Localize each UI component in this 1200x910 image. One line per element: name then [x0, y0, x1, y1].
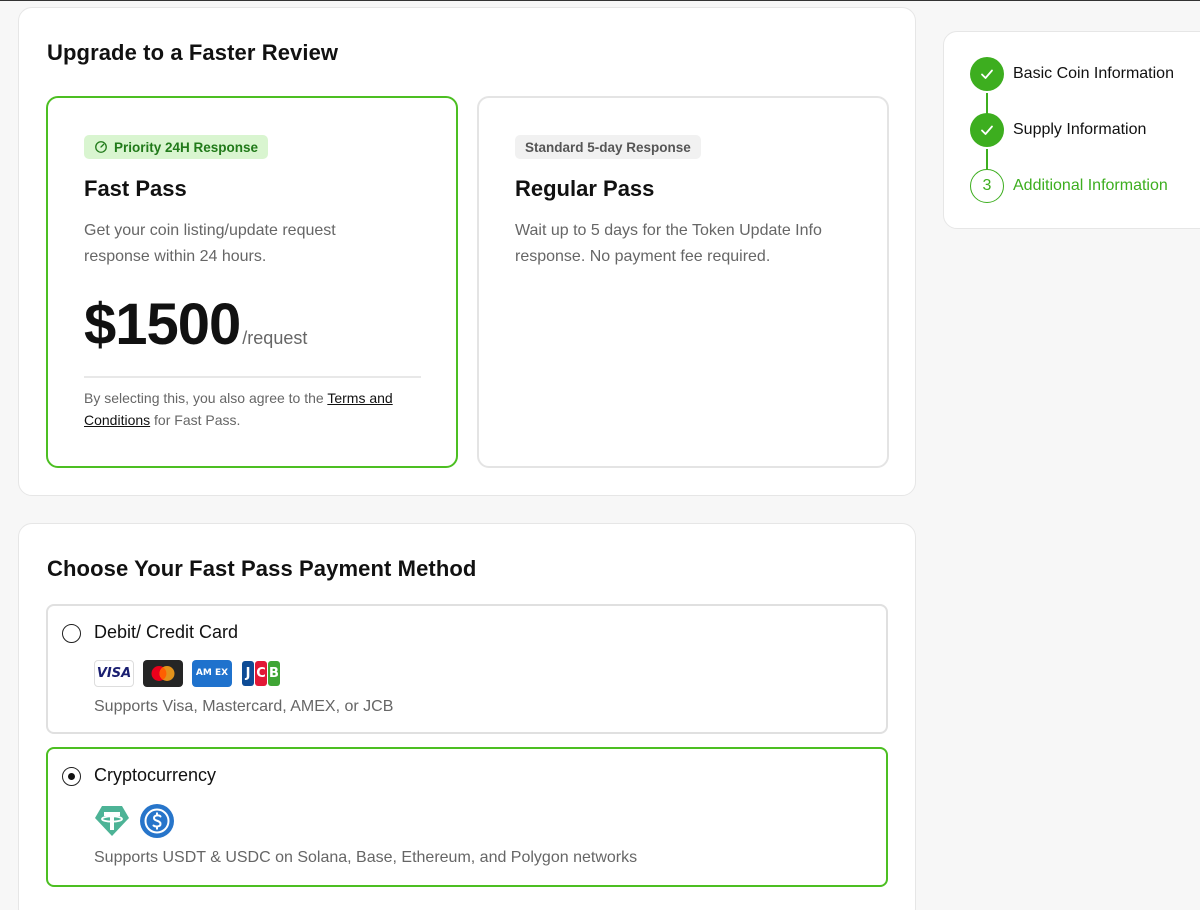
jcb-c: C	[255, 661, 267, 686]
divider	[84, 376, 421, 378]
payment-option-crypto[interactable]: Cryptocurrency Supports USDT & USDC on S…	[46, 747, 888, 887]
fast-pass-card[interactable]: Priority 24H Response Fast Pass Get your…	[46, 96, 458, 468]
fast-pass-price: $1500	[84, 292, 241, 357]
crypto-option-label: Cryptocurrency	[94, 765, 217, 785]
terms-text: By selecting this, you also agree to the…	[84, 387, 424, 431]
speedometer-icon	[95, 141, 107, 153]
upgrade-title: Upgrade to a Faster Review	[47, 40, 339, 65]
fast-pass-description: Get your coin listing/update request res…	[84, 222, 336, 265]
check-icon	[970, 57, 1004, 91]
card-radio[interactable]	[62, 624, 81, 643]
regular-pass-description: Wait up to 5 days for the Token Update I…	[515, 222, 822, 265]
regular-pass-card[interactable]: Standard 5-day Response Regular Pass Wai…	[477, 96, 889, 468]
step-connector	[986, 149, 988, 171]
step-supply-info[interactable]: Supply Information	[970, 113, 1146, 147]
fast-pass-name: Fast Pass	[84, 176, 187, 201]
usdt-logo	[95, 806, 129, 836]
step-label: Basic Coin Information	[1013, 65, 1174, 82]
card-option-note: Supports Visa, Mastercard, AMEX, or JCB	[94, 698, 394, 715]
price-unit: /request	[242, 328, 308, 348]
price-row: $1500 /request	[84, 291, 307, 358]
usdc-logo	[140, 804, 174, 838]
jcb-j: J	[242, 661, 254, 686]
visa-logo: VISA	[94, 660, 134, 687]
amex-logo: AM EX	[192, 660, 232, 687]
card-option-label: Debit/ Credit Card	[94, 622, 239, 642]
standard-badge: Standard 5-day Response	[515, 135, 701, 159]
check-icon	[970, 113, 1004, 147]
terms-prefix: By selecting this, you also agree to the	[84, 390, 328, 406]
standard-badge-label: Standard 5-day Response	[525, 139, 691, 155]
card-logos: VISA AM EX J C B	[94, 660, 281, 687]
payment-title: Choose Your Fast Pass Payment Method	[47, 556, 477, 581]
crypto-logos	[94, 803, 175, 839]
step-basic-coin-info[interactable]: Basic Coin Information	[970, 57, 1174, 91]
priority-badge: Priority 24H Response	[84, 135, 269, 159]
priority-badge-label: Priority 24H Response	[114, 139, 259, 155]
step-connector	[986, 93, 988, 115]
step-additional-info[interactable]: 3 Additional Information	[970, 169, 1168, 203]
crypto-option-note: Supports USDT & USDC on Solana, Base, Et…	[94, 849, 638, 866]
jcb-b: B	[268, 661, 280, 686]
progress-steps-panel: Basic Coin Information Supply Informatio…	[943, 31, 1200, 229]
mastercard-circles-icon	[151, 666, 175, 681]
step-number: 3	[970, 169, 1004, 203]
step-label: Supply Information	[1013, 121, 1147, 138]
regular-pass-name: Regular Pass	[515, 176, 655, 201]
payment-panel: Choose Your Fast Pass Payment Method Deb…	[18, 523, 916, 910]
payment-option-card[interactable]: Debit/ Credit Card VISA AM EX J C B Supp…	[46, 604, 888, 734]
step-label: Additional Information	[1013, 177, 1168, 194]
upgrade-panel: Upgrade to a Faster Review Priority 24H …	[18, 7, 916, 496]
crypto-radio[interactable]	[62, 767, 81, 786]
jcb-logo: J C B	[241, 660, 281, 687]
terms-suffix: for Fast Pass.	[150, 412, 241, 428]
mastercard-logo	[143, 660, 183, 687]
